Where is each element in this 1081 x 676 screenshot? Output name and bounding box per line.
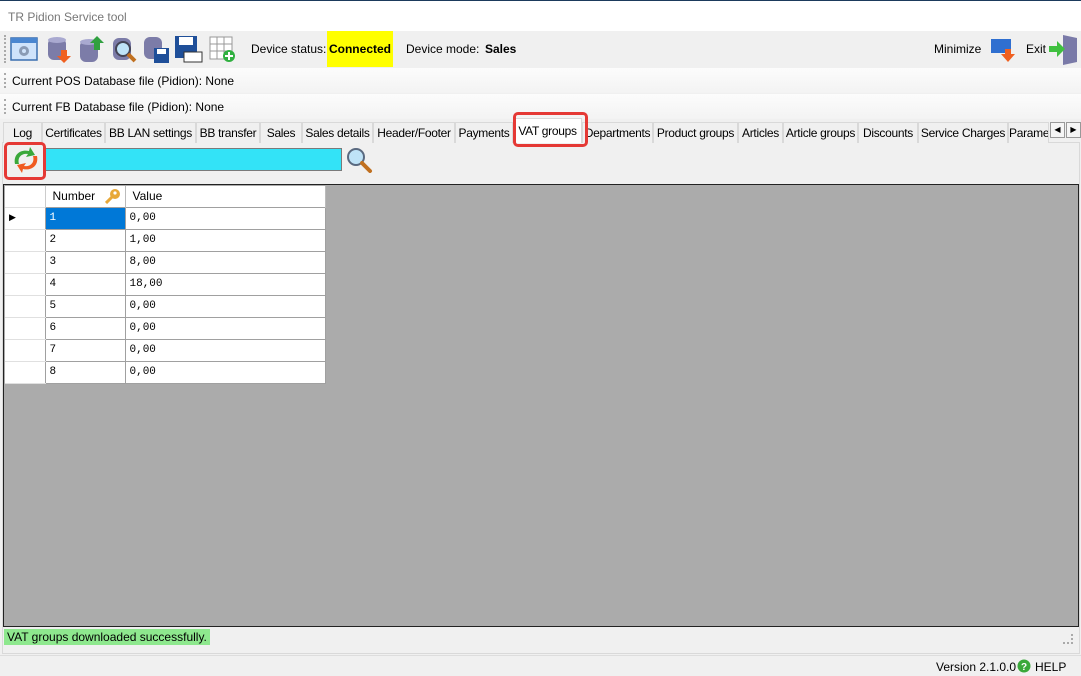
tab-article-groups[interactable]: Article groups [783,122,858,143]
save-file-icon[interactable] [174,34,204,64]
exit-door-icon[interactable] [1047,33,1079,65]
pos-database-label: Current POS Database file (Pidion): None [12,74,235,88]
table-row[interactable]: 3 8,00 [5,250,326,274]
tab-articles[interactable]: Articles [738,122,783,143]
cell-value[interactable]: 0,00 [124,316,326,340]
title-bar: TR Pidion Service tool [0,0,1081,31]
cell-value[interactable]: 18,00 [124,272,326,296]
main-toolbar: Device status: Connected Device mode: Sa… [0,31,1081,67]
row-header[interactable] [5,228,46,252]
table-row[interactable]: 4 18,00 [5,272,326,296]
cell-number[interactable]: 3 [44,250,126,274]
row-header[interactable] [5,294,46,318]
device-mode-label: Device mode: [406,42,480,56]
tab-discounts[interactable]: Discounts [858,122,918,143]
primary-key-icon [104,189,120,204]
cell-value[interactable]: 0,00 [124,206,326,230]
exit-button[interactable]: Exit [1026,42,1046,56]
settings-window-icon[interactable] [9,34,39,64]
cell-number[interactable]: 1 [44,206,126,230]
column-header-number[interactable]: Number [45,186,126,207]
device-mode-value: Sales [485,42,517,56]
row-header[interactable] [5,316,46,340]
database-search-icon[interactable] [109,34,139,64]
tab-scroll-right-button[interactable]: ▶ [1066,122,1081,138]
tab-product-groups[interactable]: Product groups [653,122,738,143]
cell-value[interactable]: 1,00 [124,228,326,252]
row-header[interactable] [5,338,46,362]
cell-number[interactable]: 2 [44,228,126,252]
pos-database-line: Current POS Database file (Pidion): None [0,68,1081,93]
fb-database-label: Current FB Database file (Pidion): None [12,100,225,114]
device-status-value: Connected [327,31,393,67]
cell-value[interactable]: 0,00 [124,360,326,384]
table-row[interactable]: ▶ 1 0,00 [5,206,326,230]
resize-grip[interactable] [1063,634,1073,644]
vat-groups-grid[interactable]: Number Value ▶ 1 0,00 2 1,00 3 8,00 4 18,00 5 0,00… [3,184,1079,627]
status-message: VAT groups downloaded successfully. [4,629,210,645]
row-header[interactable]: ▶ [5,206,46,230]
highlight-refresh [4,142,46,180]
row-header[interactable] [5,272,46,296]
search-input[interactable] [45,148,342,171]
search-icon[interactable] [345,146,373,173]
cell-number[interactable]: 4 [44,272,126,296]
tab-certificates[interactable]: Certificates [42,122,105,143]
tab-bb-lan-settings[interactable]: BB LAN settings [105,122,196,143]
window-title: TR Pidion Service tool [8,10,127,24]
column-header-value[interactable]: Value [125,186,326,207]
tab-bb-transfer[interactable]: BB transfer [196,122,260,143]
footer-bar: Version 2.1.0.0 ? HELP [0,655,1081,676]
database-upload-icon[interactable] [76,34,106,64]
row-header-corner [5,186,46,207]
database-download-icon[interactable] [43,34,73,64]
tab-sales-details[interactable]: Sales details [302,122,373,143]
table-row[interactable]: 5 0,00 [5,294,326,318]
cell-number[interactable]: 8 [44,360,126,384]
cell-number[interactable]: 6 [44,316,126,340]
tab-header-footer[interactable]: Header/Footer [373,122,455,143]
cell-value[interactable]: 0,00 [124,294,326,318]
vat-table: Number Value ▶ 1 0,00 2 1,00 3 8,00 4 18,00 5 0,00… [5,186,326,384]
add-grid-icon[interactable] [207,34,237,64]
tab-sales[interactable]: Sales [260,122,302,143]
table-row[interactable]: 6 0,00 [5,316,326,340]
tab-service-charges[interactable]: Service Charges [918,122,1008,143]
tab-payments[interactable]: Payments [455,122,513,143]
minimize-button[interactable]: Minimize [934,42,981,56]
cell-value[interactable]: 0,00 [124,338,326,362]
database-save-icon[interactable] [141,34,171,64]
tab-log[interactable]: Log [3,122,42,143]
svg-text:?: ? [1021,662,1027,673]
cell-number[interactable]: 7 [44,338,126,362]
help-link[interactable]: HELP [1035,660,1066,674]
table-row[interactable]: 7 0,00 [5,338,326,362]
highlight-vat-tab [513,112,588,147]
cell-number[interactable]: 5 [44,294,126,318]
toolbar-grip [4,35,6,63]
tab-departments[interactable]: Departments [582,122,653,143]
help-icon[interactable]: ? [1017,659,1031,673]
table-row[interactable]: 2 1,00 [5,228,326,252]
table-row[interactable]: 8 0,00 [5,360,326,384]
tab-scroll-left-button[interactable]: ◀ [1050,122,1065,138]
device-status-label: Device status: [251,42,327,56]
row-header[interactable] [5,360,46,384]
cell-value[interactable]: 8,00 [124,250,326,274]
tab-parame[interactable]: Parame [1008,122,1049,143]
minimize-icon[interactable] [990,37,1018,63]
tab-strip: Log Certificates BB LAN settings BB transfe… [3,112,1081,147]
version-label: Version 2.1.0.0 [936,660,1017,674]
row-header[interactable] [5,250,46,274]
